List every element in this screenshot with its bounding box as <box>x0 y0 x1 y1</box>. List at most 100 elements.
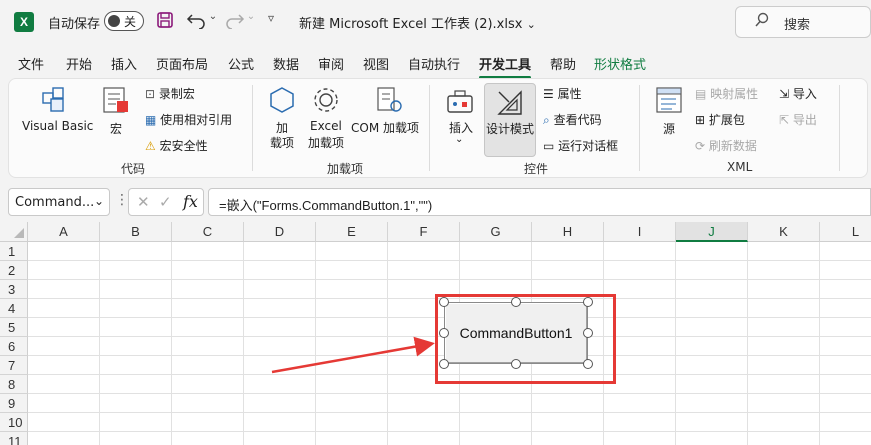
customize-qat-icon[interactable]: ▿ <box>264 11 278 31</box>
view-code-button[interactable]: ⌕ 查看代码 <box>543 111 602 128</box>
group-divider <box>252 85 253 171</box>
title-bar: X 自动保存 关 ⌄ ⌄ ▿ 新建 Microsoft Excel 工作表 (2… <box>0 0 871 44</box>
formula-text: =嵌入("Forms.CommandButton.1","") <box>219 198 433 213</box>
excel-addins-label-2[interactable]: 加载项 <box>308 134 344 151</box>
gear-icon[interactable] <box>311 85 341 115</box>
record-macro-label: 录制宏 <box>158 87 195 101</box>
macros-icon[interactable] <box>101 85 131 115</box>
chevron-down-icon[interactable]: ⌄ <box>94 194 104 208</box>
export-icon: ⇱ <box>779 113 790 127</box>
map-properties-icon: ▤ <box>695 87 707 101</box>
tab-review[interactable]: 审阅 <box>318 54 344 73</box>
tab-help[interactable]: 帮助 <box>550 54 576 73</box>
tab-file[interactable]: 文件 <box>18 54 44 73</box>
redo-icon[interactable] <box>224 11 246 31</box>
group-label-code: 代码 <box>121 162 146 176</box>
tab-page-layout[interactable]: 页面布局 <box>156 54 208 73</box>
refresh-data-button[interactable]: ⟳ 刷新数据 <box>695 137 757 154</box>
arrow-annotation <box>271 336 435 374</box>
visual-basic-button[interactable]: Visual Basic <box>22 119 93 133</box>
arrow-line <box>271 336 435 374</box>
undo-dropdown-icon[interactable]: ⌄ <box>208 11 218 31</box>
excel-logo-icon: X <box>14 12 34 32</box>
insert-function-icon[interactable]: fx <box>183 192 198 211</box>
design-mode-button[interactable]: 设计模式 <box>484 83 536 157</box>
tab-shape-format[interactable]: 形状格式 <box>594 54 646 73</box>
export-button[interactable]: ⇱ 导出 <box>779 111 817 128</box>
com-addins-button[interactable]: COM 加载项 <box>351 119 419 136</box>
export-label: 导出 <box>792 113 817 127</box>
spreadsheet-grid[interactable]: ABCDEFGHIJKL 1 2 3 4 5 6 7 8 9 10 11 CommandButton… <box>0 222 871 445</box>
toolbox-icon[interactable] <box>445 87 475 115</box>
expansion-packs-icon: ⊞ <box>695 113 706 127</box>
map-properties-button[interactable]: ▤ 映射属性 <box>695 85 758 102</box>
expansion-packs-label: 扩展包 <box>708 113 745 127</box>
run-dialog-label: 运行对话框 <box>558 139 619 153</box>
file-title[interactable]: 新建 Microsoft Excel 工作表 (2).xlsx ⌄ <box>299 13 536 32</box>
ribbon: Visual Basic 宏 ⊡ 录制宏 ▦ 使用相对引用 ⚠ 宏安全性 代码 … <box>8 78 868 178</box>
refresh-icon: ⟳ <box>695 139 706 153</box>
name-box[interactable]: Command... ⌄ <box>8 188 110 216</box>
chevron-down-icon[interactable]: ⌄ <box>455 134 463 145</box>
group-label-controls: 控件 <box>524 162 549 176</box>
formula-input[interactable]: =嵌入("Forms.CommandButton.1","") <box>208 188 871 216</box>
warning-icon: ⚠ <box>145 139 156 153</box>
addins-icon[interactable] <box>267 85 297 115</box>
expansion-packs-button[interactable]: ⊞ 扩展包 <box>695 111 745 128</box>
search-box[interactable]: 搜索 <box>735 6 871 38</box>
save-icon[interactable] <box>155 11 175 31</box>
tab-automate[interactable]: 自动执行 <box>408 54 460 73</box>
refresh-data-label: 刷新数据 <box>708 139 757 153</box>
xml-source-button[interactable]: 源 <box>663 120 675 137</box>
group-divider <box>839 85 840 171</box>
relative-refs-label: 使用相对引用 <box>160 113 233 127</box>
properties-button[interactable]: ☰ 属性 <box>543 85 582 102</box>
table-icon: ▦ <box>145 113 157 127</box>
search-placeholder: 搜索 <box>784 18 811 33</box>
autosave-state: 关 <box>124 15 137 29</box>
tab-insert[interactable]: 插入 <box>111 54 137 73</box>
relative-refs-button[interactable]: ▦ 使用相对引用 <box>145 111 232 128</box>
view-code-icon: ⌕ <box>543 113 550 127</box>
group-divider <box>429 85 430 171</box>
excel-addins-label-1[interactable]: Excel <box>310 119 342 133</box>
enter-icon[interactable]: ✓ <box>159 193 172 211</box>
group-label-addins: 加载项 <box>327 162 364 176</box>
tab-home[interactable]: 开始 <box>66 54 92 73</box>
autosave-label: 自动保存 <box>48 17 101 32</box>
search-icon <box>754 12 770 32</box>
properties-label: 属性 <box>557 87 582 101</box>
group-divider <box>639 85 640 171</box>
properties-icon: ☰ <box>543 87 554 101</box>
name-box-value: Command... <box>15 195 95 210</box>
record-icon: ⊡ <box>145 87 156 101</box>
dialog-icon: ▭ <box>543 139 555 153</box>
autosave-toggle[interactable]: 关 <box>104 11 144 31</box>
tab-data[interactable]: 数据 <box>273 54 299 73</box>
macro-security-button[interactable]: ⚠ 宏安全性 <box>145 137 208 154</box>
tab-formulas[interactable]: 公式 <box>228 54 254 73</box>
visual-basic-icon[interactable] <box>39 85 71 113</box>
macros-button[interactable]: 宏 <box>110 120 122 137</box>
addins-label-2[interactable]: 载项 <box>270 134 294 151</box>
view-code-label: 查看代码 <box>553 113 602 127</box>
tab-view[interactable]: 视图 <box>363 54 389 73</box>
undo-icon[interactable] <box>185 11 207 31</box>
tab-developer[interactable]: 开发工具 <box>479 54 532 79</box>
com-addins-icon[interactable] <box>374 85 404 115</box>
macro-security-label: 宏安全性 <box>159 139 208 153</box>
import-label: 导入 <box>792 87 817 101</box>
more-options-icon[interactable]: ⋮ <box>115 192 129 208</box>
group-label-xml: XML <box>727 160 753 174</box>
record-macro-button[interactable]: ⊡ 录制宏 <box>145 85 195 102</box>
chevron-down-icon: ⌄ <box>526 18 536 31</box>
import-button[interactable]: ⇲ 导入 <box>779 85 817 102</box>
toggle-knob <box>108 15 120 27</box>
import-icon: ⇲ <box>779 87 790 101</box>
redo-dropdown-icon[interactable]: ⌄ <box>246 11 256 31</box>
design-mode-label: 设计模式 <box>486 122 535 136</box>
xml-source-icon[interactable] <box>654 85 684 115</box>
cancel-icon[interactable]: ✕ <box>137 193 150 211</box>
run-dialog-button[interactable]: ▭ 运行对话框 <box>543 137 618 154</box>
design-mode-icon <box>495 88 525 118</box>
